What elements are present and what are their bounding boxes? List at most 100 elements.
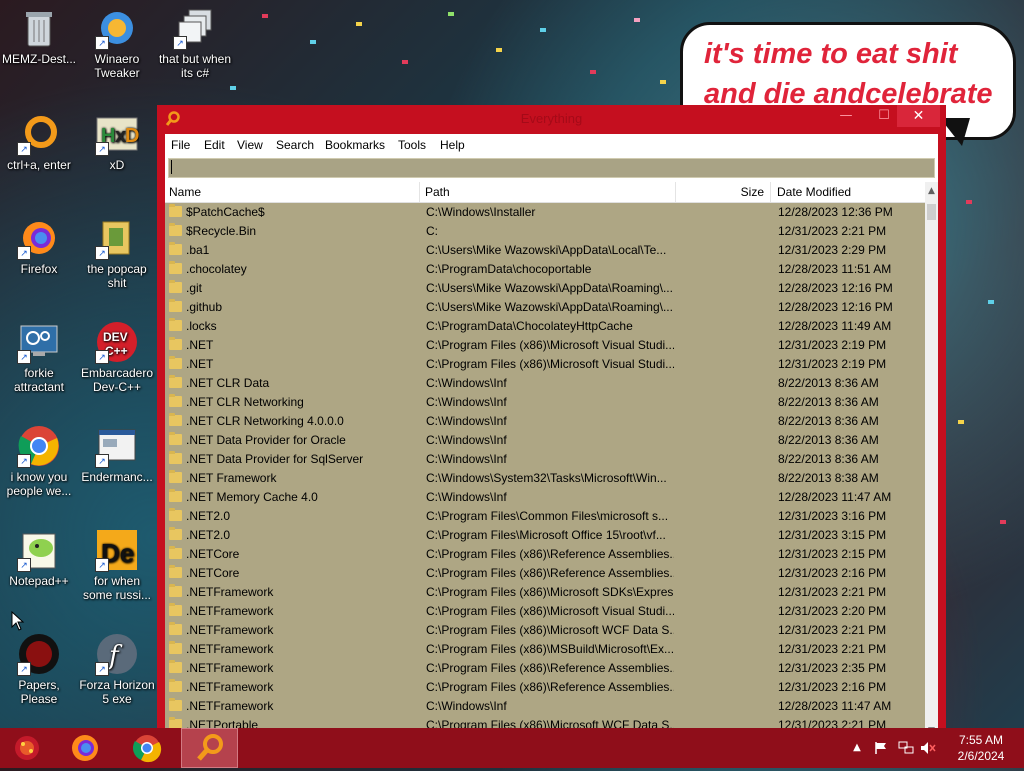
table-row[interactable]: .NETFramework C:\Program Files (x86)\MSBu… [165, 640, 925, 659]
desktop-icon-xd[interactable]: HxD ↗ xD [78, 112, 156, 172]
column-header-date-modified[interactable]: Date Modified [771, 182, 925, 202]
flag-icon[interactable] [874, 728, 890, 768]
taskbar-everything[interactable] [181, 728, 238, 768]
table-row[interactable]: .NET CLR Networking 4.0.0.0 C:\Windows\In… [165, 412, 925, 431]
cell-name: $Recycle.Bin [186, 224, 257, 238]
table-row[interactable]: .NET CLR Networking C:\Windows\Inf 8/22/20… [165, 393, 925, 412]
desktop-icon-endermanch[interactable]: ↗ Endermanc... [78, 424, 156, 484]
column-header-name[interactable]: Name [165, 182, 420, 202]
table-row[interactable]: .ba1 C:\Users\Mike Wazowski\AppData\Local… [165, 241, 925, 260]
desktop-icon-that-but-when[interactable]: ↗ that but when its c# [156, 6, 234, 80]
cell-size [676, 431, 765, 450]
desktop-icon-i-know-you[interactable]: ↗ i know you people we... [0, 424, 78, 498]
column-header-size[interactable]: Size [676, 182, 771, 202]
folder-icon [169, 375, 182, 388]
results-list[interactable]: $PatchCache$ C:\Windows\Installer 12/28/20… [165, 203, 925, 738]
scroll-up-icon[interactable]: ▲ [925, 184, 938, 198]
menu-view[interactable]: View [231, 134, 269, 156]
cell-size [676, 374, 765, 393]
desktop-icon-ctrl-a-enter[interactable]: ↗ ctrl+a, enter [0, 112, 78, 172]
table-row[interactable]: .NETFramework C:\Windows\Inf 12/28/2023 11… [165, 697, 925, 716]
shortcut-arrow-icon: ↗ [17, 350, 31, 364]
menu-file[interactable]: File [165, 134, 196, 156]
table-row[interactable]: .NETFramework C:\Program Files (x86)\Micr… [165, 621, 925, 640]
shortcut-arrow-icon: ↗ [17, 246, 31, 260]
desktop-icon-forza-horizon[interactable]: f ↗ Forza Horizon 5 exe [78, 632, 156, 706]
table-row[interactable]: .NET C:\Program Files (x86)\Microsoft Vis… [165, 355, 925, 374]
table-row[interactable]: .NETFramework C:\Program Files (x86)\Refe… [165, 659, 925, 678]
menu-search[interactable]: Search [270, 134, 320, 156]
menu-help[interactable]: Help [434, 134, 471, 156]
desktop-icon-notepad-plus-plus[interactable]: ↗ Notepad++ [0, 528, 78, 588]
desktop-icon-dev-cpp[interactable]: DEV C++ ↗ Embarcadero Dev-C++ [78, 320, 156, 394]
table-row[interactable]: .NETFramework C:\Program Files (x86)\Micr… [165, 602, 925, 621]
cell-name: .NET [186, 357, 214, 371]
cell-size [676, 279, 765, 298]
flash-icon: f ↗ [95, 632, 139, 676]
desktop-icon-the-popcap[interactable]: ↗ the popcap shit [78, 216, 156, 290]
shortcut-arrow-icon: ↗ [95, 558, 109, 572]
desktop-icon-forkie[interactable]: ↗ forkie attractant [0, 320, 78, 394]
cell-name: .NET Memory Cache 4.0 [186, 490, 318, 504]
clock-date: 2/6/2024 [957, 749, 1005, 763]
desktop-icon-for-when-some-russi[interactable]: De ↗ for when some russi... [78, 528, 156, 602]
desktop-icon-papers-please[interactable]: ↗ Papers, Please [0, 632, 78, 706]
shortcut-arrow-icon: ↗ [17, 558, 31, 572]
close-button[interactable]: ✕ [897, 105, 940, 127]
table-row[interactable]: .NETCore C:\Program Files (x86)\Reference… [165, 564, 925, 583]
search-input[interactable] [168, 158, 935, 178]
cell-size [676, 507, 765, 526]
desktop-icon-label: for when some russi... [82, 574, 151, 602]
table-row[interactable]: $PatchCache$ C:\Windows\Installer 12/28/20… [165, 203, 925, 222]
volume-muted-icon[interactable] [920, 728, 938, 768]
folder-icon [169, 565, 182, 578]
menu-bookmarks[interactable]: Bookmarks [319, 134, 391, 156]
taskbar-firefox[interactable] [62, 728, 108, 768]
scrollbar-thumb[interactable] [927, 204, 936, 220]
table-row[interactable]: .NET2.0 C:\Program Files\Common Files\mic… [165, 507, 925, 526]
table-row[interactable]: .github C:\Users\Mike Wazowski\AppData\Ro… [165, 298, 925, 317]
window-client: File Edit View Search Bookmarks Tools He… [165, 134, 938, 738]
table-row[interactable]: .NET Data Provider for Oracle C:\Windows\… [165, 431, 925, 450]
table-row[interactable]: .NETCore C:\Program Files (x86)\Reference… [165, 545, 925, 564]
table-row[interactable]: .chocolatey C:\ProgramData\chocoportable 1… [165, 260, 925, 279]
cell-name: .NET CLR Networking [186, 395, 304, 409]
cell-path: C:\Windows\Inf [426, 452, 507, 466]
cell-path: C:\Program Files\Common Files\microsoft … [426, 509, 669, 523]
table-row[interactable]: .NETFramework C:\Program Files (x86)\Micr… [165, 583, 925, 602]
cell-size [676, 488, 765, 507]
menu-edit[interactable]: Edit [198, 134, 231, 156]
mouse-cursor-icon [11, 611, 25, 631]
folder-icon [169, 242, 182, 255]
table-row[interactable]: .NETFramework C:\Program Files (x86)\Refe… [165, 678, 925, 697]
cell-path: C:\Users\Mike Wazowski\AppData\Roaming\.… [426, 300, 673, 314]
desktop-icon-memz[interactable]: MEMZ-Dest... [0, 6, 78, 66]
table-row[interactable]: .NET Data Provider for SqlServer C:\Windo… [165, 450, 925, 469]
taskbar-chrome[interactable] [124, 728, 170, 768]
menu-tools[interactable]: Tools [392, 134, 432, 156]
table-row[interactable]: $Recycle.Bin C: 12/31/2023 2:21 PM [165, 222, 925, 241]
everything-window[interactable]: Everything — ☐ ✕ File Edit View Search B… [157, 105, 946, 738]
table-row[interactable]: .NET C:\Program Files (x86)\Microsoft Vis… [165, 336, 925, 355]
taskbar-clock[interactable]: 7:55 AM 2/6/2024 [948, 732, 1014, 764]
table-row[interactable]: .git C:\Users\Mike Wazowski\AppData\Roami… [165, 279, 925, 298]
window-titlebar[interactable]: Everything — ☐ ✕ [157, 105, 946, 133]
desktop-icon-winaero-tweaker[interactable]: ↗ Winaero Tweaker [78, 6, 156, 80]
cell-path: C:\Windows\Inf [426, 395, 507, 409]
network-icon[interactable] [898, 728, 914, 768]
column-header-path[interactable]: Path [420, 182, 676, 202]
cell-date-modified: 8/22/2013 8:36 AM [778, 433, 879, 447]
table-row[interactable]: .NET Memory Cache 4.0 C:\Windows\Inf 12/28… [165, 488, 925, 507]
table-row[interactable]: .NET CLR Data C:\Windows\Inf 8/22/2013 8:3… [165, 374, 925, 393]
folder-icon [169, 337, 182, 350]
desktop-icon-firefox[interactable]: ↗ Firefox [0, 216, 78, 276]
folder-icon [169, 451, 182, 464]
firefox-icon: ↗ [17, 216, 61, 260]
table-row[interactable]: .NET Framework C:\Windows\System32\Tasks\… [165, 469, 925, 488]
table-row[interactable]: .locks C:\ProgramData\ChocolateyHttpCache… [165, 317, 925, 336]
folder-icon [169, 641, 182, 654]
start-button[interactable] [4, 728, 50, 768]
vertical-scrollbar[interactable]: ▲ ▼ [925, 182, 938, 738]
table-row[interactable]: .NET2.0 C:\Program Files\Microsoft Office… [165, 526, 925, 545]
show-hidden-icons-icon[interactable]: ▲ [850, 728, 864, 768]
